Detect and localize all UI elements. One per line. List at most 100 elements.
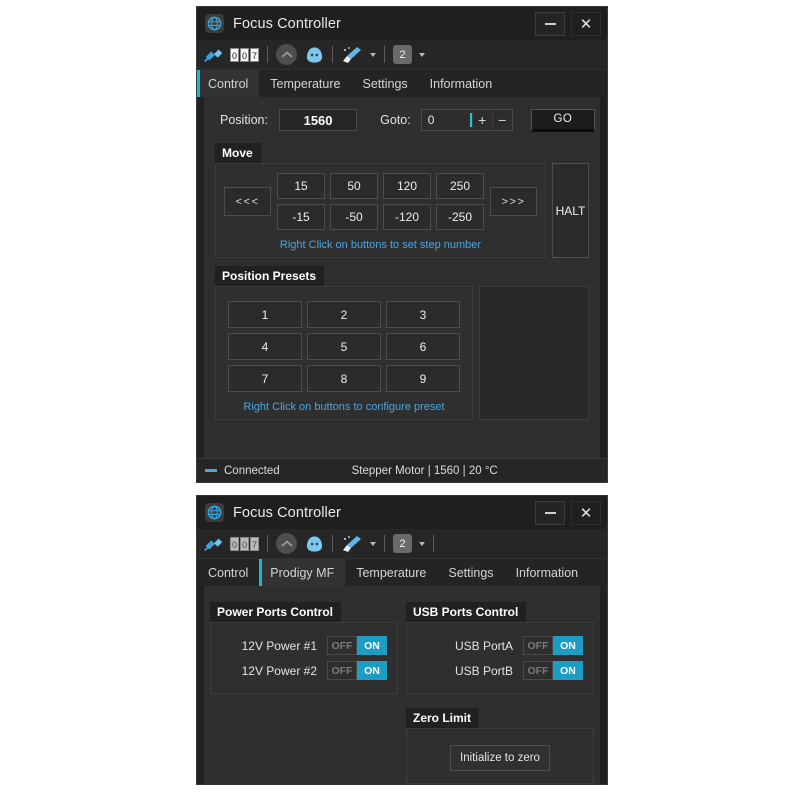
preset-button-2[interactable]: 2: [307, 301, 381, 328]
preset-button-3[interactable]: 3: [386, 301, 460, 328]
goto-increment-button[interactable]: +: [471, 110, 492, 130]
usb-port-a-label: USB PortA: [454, 638, 513, 653]
tabbar[interactable]: Control Temperature Settings Information: [197, 70, 607, 97]
device-count-badge[interactable]: 2: [393, 534, 412, 553]
preset-button-6[interactable]: 6: [386, 333, 460, 360]
tab-temperature[interactable]: Temperature: [259, 70, 351, 97]
power-port-1-off-option[interactable]: OFF: [327, 636, 357, 655]
power-port-1-toggle[interactable]: OFF ON: [327, 636, 387, 655]
step-plus-250-button[interactable]: 250: [436, 173, 484, 199]
power-port-1-on-option[interactable]: ON: [357, 636, 387, 655]
broom-icon[interactable]: [341, 43, 363, 67]
power-port-row-1: 12V Power #1 OFF ON: [221, 633, 387, 658]
blob-icon[interactable]: [305, 532, 324, 556]
step-counter-display[interactable]: 0 0 7: [230, 47, 259, 62]
move-forward-button[interactable]: >>>: [490, 187, 537, 216]
tab-temperature[interactable]: Temperature: [345, 559, 437, 586]
goto-decrement-button[interactable]: −: [491, 110, 512, 130]
minimize-button[interactable]: [535, 500, 565, 525]
device-count-badge[interactable]: 2: [393, 45, 412, 64]
power-port-2-off-option[interactable]: OFF: [327, 661, 357, 680]
step-minus-50-button[interactable]: -50: [330, 204, 378, 230]
tab-settings[interactable]: Settings: [351, 70, 418, 97]
power-ports-body: 12V Power #1 OFF ON 12V Power #2 OFF ON: [210, 622, 398, 694]
zero-limit-body: Initialize to zero: [406, 728, 594, 784]
position-presets-group: Position Presets 1 2 3 4 5 6 7 8 9 Right…: [215, 266, 589, 420]
counter-digit: 0: [230, 536, 239, 551]
broom-icon[interactable]: [341, 532, 363, 556]
goto-field-group[interactable]: + −: [420, 109, 513, 131]
chevron-up-icon[interactable]: [276, 533, 297, 554]
step-minus-15-button[interactable]: -15: [277, 204, 325, 230]
step-minus-120-button[interactable]: -120: [383, 204, 431, 230]
usb-port-row-a: USB PortA OFF ON: [417, 633, 583, 658]
broom-dropdown-caret-icon[interactable]: [370, 541, 376, 546]
power-port-2-on-option[interactable]: ON: [357, 661, 387, 680]
tabbar[interactable]: Control Prodigy MF Temperature Settings …: [197, 559, 607, 586]
initialize-to-zero-button[interactable]: Initialize to zero: [450, 745, 550, 771]
power-port-2-label: 12V Power #2: [241, 663, 317, 678]
power-ports-column: Power Ports Control 12V Power #1 OFF ON …: [210, 602, 398, 784]
device-dropdown-caret-icon[interactable]: [419, 52, 425, 57]
close-button[interactable]: ✕: [571, 500, 601, 525]
preset-button-9[interactable]: 9: [386, 365, 460, 392]
counter-digit: 0: [240, 47, 249, 62]
move-group: Move <<< 15 -15 50 -50 120 -120 250 -250…: [215, 143, 589, 258]
minimize-button[interactable]: [535, 11, 565, 36]
device-dropdown-caret-icon[interactable]: [419, 541, 425, 546]
go-button[interactable]: GO: [530, 108, 595, 132]
tab-control[interactable]: Control: [197, 559, 259, 586]
preset-button-8[interactable]: 8: [307, 365, 381, 392]
swirl-globe-icon: [205, 503, 224, 522]
blob-icon[interactable]: [305, 43, 324, 67]
window-title: Focus Controller: [233, 504, 341, 521]
usb-port-a-off-option[interactable]: OFF: [523, 636, 553, 655]
step-counter-display[interactable]: 0 0 7: [230, 536, 259, 551]
chevron-up-icon[interactable]: [276, 44, 297, 65]
usb-port-b-on-option[interactable]: ON: [553, 661, 583, 680]
device-status-text: Stepper Motor | 1560 | 20 °C: [351, 464, 498, 477]
usb-port-b-off-option[interactable]: OFF: [523, 661, 553, 680]
close-button[interactable]: ✕: [571, 11, 601, 36]
titlebar[interactable]: Focus Controller ✕: [197, 7, 607, 40]
move-group-title: Move: [215, 143, 261, 163]
step-plus-15-button[interactable]: 15: [277, 173, 325, 199]
halt-button[interactable]: HALT: [552, 163, 589, 258]
preset-button-1[interactable]: 1: [228, 301, 302, 328]
move-back-button[interactable]: <<<: [224, 187, 271, 216]
tab-information[interactable]: Information: [419, 70, 504, 97]
preset-button-5[interactable]: 5: [307, 333, 381, 360]
focus-controller-window-bottom[interactable]: Focus Controller ✕ 0 0 7 2 Control Prodi…: [196, 495, 608, 785]
step-plus-50-button[interactable]: 50: [330, 173, 378, 199]
usb-port-a-toggle[interactable]: OFF ON: [523, 636, 583, 655]
power-port-2-toggle[interactable]: OFF ON: [327, 661, 387, 680]
position-value: 1560: [278, 109, 358, 131]
preset-button-7[interactable]: 7: [228, 365, 302, 392]
tab-prodigy-mf[interactable]: Prodigy MF: [259, 559, 346, 586]
toolbar-separator: [267, 46, 268, 63]
usb-port-b-toggle[interactable]: OFF ON: [523, 661, 583, 680]
tab-control[interactable]: Control: [197, 70, 260, 97]
step-column: 250 -250: [436, 173, 484, 230]
counter-digit: 7: [250, 536, 259, 551]
focus-controller-window-top[interactable]: Focus Controller ✕ 0 0 7 2 Control Tempe…: [196, 6, 608, 483]
goto-input[interactable]: [421, 110, 470, 130]
broom-dropdown-caret-icon[interactable]: [370, 52, 376, 57]
usb-zero-column: USB Ports Control USB PortA OFF ON USB P…: [406, 602, 594, 784]
titlebar[interactable]: Focus Controller ✕: [197, 496, 607, 529]
plug-connector-icon[interactable]: [203, 532, 225, 556]
counter-digit: 0: [230, 47, 239, 62]
usb-port-a-on-option[interactable]: ON: [553, 636, 583, 655]
toolbar-separator: [433, 535, 434, 552]
tab-settings[interactable]: Settings: [437, 559, 504, 586]
power-ports-group: Power Ports Control 12V Power #1 OFF ON …: [210, 602, 398, 694]
toolbar[interactable]: 0 0 7 2: [197, 40, 607, 70]
swirl-globe-icon: [205, 14, 224, 33]
preset-hint-text: Right Click on buttons to configure pres…: [243, 401, 445, 413]
tab-information[interactable]: Information: [505, 559, 590, 586]
toolbar[interactable]: 0 0 7 2: [197, 529, 607, 559]
step-minus-250-button[interactable]: -250: [436, 204, 484, 230]
step-plus-120-button[interactable]: 120: [383, 173, 431, 199]
preset-button-4[interactable]: 4: [228, 333, 302, 360]
plug-connector-icon[interactable]: [203, 43, 225, 67]
